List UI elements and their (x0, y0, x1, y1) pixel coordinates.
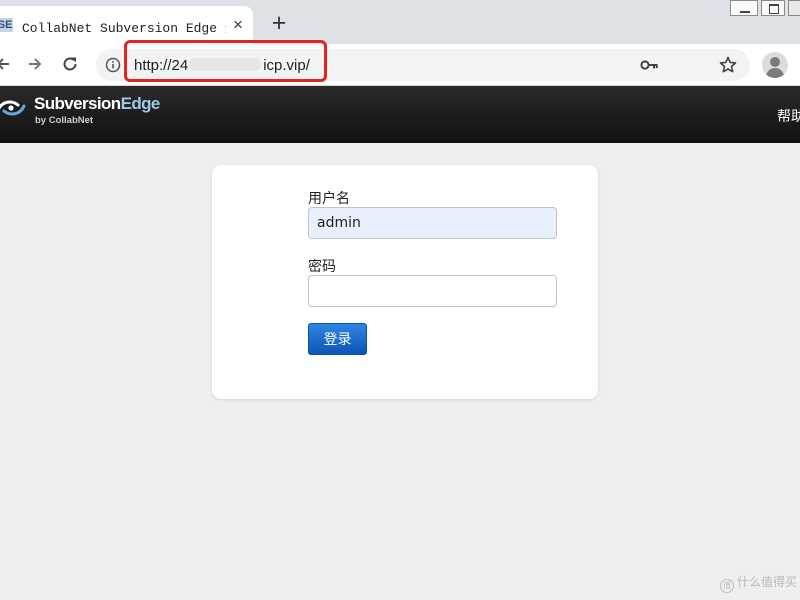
login-button[interactable]: 登录 (308, 323, 367, 355)
logo-title-main: Subversion (34, 94, 121, 113)
url-text[interactable]: http://24 icp.vip/ (134, 57, 310, 74)
star-icon[interactable] (718, 55, 738, 75)
help-link[interactable]: 帮助 (777, 106, 800, 126)
window-maximize-button[interactable] (761, 0, 785, 16)
back-button[interactable] (0, 51, 16, 77)
password-input[interactable] (308, 275, 557, 307)
subversion-edge-logo-icon (0, 100, 26, 116)
watermark-badge-icon: 值 (720, 579, 734, 593)
logo-title-accent: Edge (120, 94, 161, 113)
info-icon[interactable] (105, 57, 121, 73)
tab-strip: SE CollabNet Subversion Edge 登录 × + (0, 0, 800, 44)
logo[interactable]: SubversionEdge by CollabNet (0, 92, 170, 132)
logo-title: SubversionEdge (34, 94, 160, 114)
watermark-text: 什么值得买 (737, 575, 798, 589)
window-minimize-button[interactable] (730, 0, 758, 16)
browser-tab[interactable]: SE CollabNet Subversion Edge 登录 × (0, 6, 253, 44)
reload-icon (63, 57, 77, 71)
tab-favicon-icon: SE (0, 18, 13, 32)
logo-subtitle: by CollabNet (35, 115, 94, 126)
url-prefix: http://24 (134, 57, 189, 74)
back-arrow-icon (0, 58, 9, 70)
profile-icon[interactable] (762, 52, 788, 78)
username-label: 用户名 (308, 191, 350, 207)
url-redacted (189, 58, 262, 71)
key-icon[interactable] (640, 57, 660, 73)
tab-close-icon[interactable]: × (229, 16, 247, 34)
window-close-button[interactable] (788, 0, 800, 16)
browser-toolbar: http://24 icp.vip/ (0, 44, 800, 86)
new-tab-button[interactable]: + (266, 11, 292, 37)
app-header: SubversionEdge by CollabNet 帮助 (0, 86, 800, 143)
forward-button[interactable] (22, 51, 48, 77)
reload-button[interactable] (57, 51, 83, 77)
tab-title: CollabNet Subversion Edge 登录 (22, 21, 226, 36)
address-bar[interactable]: http://24 icp.vip/ (96, 49, 750, 81)
login-card: 用户名 密码 登录 (212, 165, 598, 399)
forward-arrow-icon (29, 58, 42, 70)
url-suffix: icp.vip/ (263, 57, 310, 74)
password-label: 密码 (308, 259, 336, 275)
username-input[interactable] (308, 207, 557, 239)
watermark: 值什么值得买 (720, 573, 797, 593)
